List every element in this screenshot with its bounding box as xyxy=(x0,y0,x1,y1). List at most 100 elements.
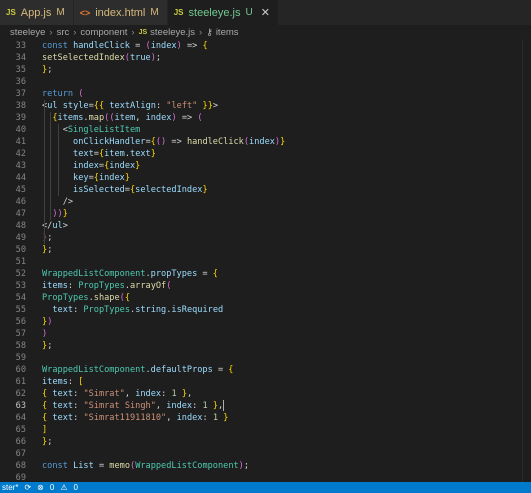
breadcrumb: steeleye › src › component › JS steeleye… xyxy=(0,25,531,39)
code-line[interactable]: 42 text={item.text} xyxy=(0,148,531,160)
code-line[interactable]: 67 xyxy=(0,448,531,460)
breadcrumb-item-src[interactable]: src xyxy=(57,27,70,38)
warning-icon[interactable]: ⚠ xyxy=(60,483,67,492)
line-code: }; xyxy=(42,341,53,351)
code-line[interactable]: 62 { text: "Simrat", index: 1 }, xyxy=(0,388,531,400)
line-number: 68 xyxy=(15,461,26,471)
code-line[interactable]: 35}; xyxy=(0,64,531,76)
code-line[interactable]: 61 items: [ xyxy=(0,376,531,388)
line-number: 53 xyxy=(15,281,26,291)
line-code: {items.map((item, index) => ( xyxy=(52,113,203,123)
chevron-right-icon: › xyxy=(131,26,135,38)
code-line[interactable]: 55 text: PropTypes.string.isRequired xyxy=(0,304,531,316)
code-line[interactable]: 38 <ul style={{ textAlign: "left" }}> xyxy=(0,100,531,112)
line-code: <SingleListItem xyxy=(42,125,141,135)
error-icon[interactable]: ⊗ xyxy=(37,483,44,492)
code-line[interactable]: 60 WrappedListComponent.defaultProps = { xyxy=(0,364,531,376)
editor-scrollbar[interactable] xyxy=(522,39,531,482)
javascript-file-icon: JS xyxy=(6,8,16,17)
code-line[interactable]: 59 xyxy=(0,352,531,364)
code-line[interactable]: 47 ))} xyxy=(0,208,531,220)
close-icon[interactable]: ✕ xyxy=(261,6,270,19)
code-line[interactable]: 52 WrappedListComponent.propTypes = { xyxy=(0,268,531,280)
code-line[interactable]: 33 const handleClick = (index) => { xyxy=(0,40,531,52)
code-editor[interactable]: 33 const handleClick = (index) => {34 setS… xyxy=(0,39,531,482)
line-number: 50 xyxy=(15,245,26,255)
text-cursor xyxy=(223,400,225,411)
code-line[interactable]: 58}; xyxy=(0,340,531,352)
tab-steeleye-js[interactable]: JS steeleye.js U ✕ xyxy=(167,0,279,25)
tab-app-js[interactable]: JS App.js M xyxy=(0,0,74,25)
line-number: 41 xyxy=(15,137,26,147)
tab-title: App.js xyxy=(20,6,52,19)
line-number: 43 xyxy=(15,161,26,171)
line-code: }; xyxy=(42,65,53,75)
indent-guide xyxy=(58,124,59,196)
code-line[interactable]: 69 xyxy=(0,472,531,482)
code-line[interactable]: 53 items: PropTypes.arrayOf( xyxy=(0,280,531,292)
line-code: { text: "Simrat", index: 1 }, xyxy=(42,389,193,399)
code-line[interactable]: 57) xyxy=(0,328,531,340)
code-line[interactable]: 49); xyxy=(0,232,531,244)
code-line[interactable]: 51 xyxy=(0,256,531,268)
breadcrumb-item-symbol[interactable]: items xyxy=(216,27,239,38)
line-code: return ( xyxy=(42,89,84,99)
line-number: 35 xyxy=(15,65,26,75)
code-line[interactable]: 46 /> xyxy=(0,196,531,208)
line-number: 66 xyxy=(15,437,26,447)
line-number: 51 xyxy=(15,257,26,267)
branch-name[interactable]: ster* xyxy=(2,483,18,492)
chevron-right-icon: › xyxy=(49,26,53,38)
code-line[interactable]: 50}; xyxy=(0,244,531,256)
code-line[interactable]: 64 { text: "Simrat11911810", index: 1 } xyxy=(0,412,531,424)
line-number: 59 xyxy=(15,353,26,363)
code-line[interactable]: 39 {items.map((item, index) => ( xyxy=(0,112,531,124)
indent-guide xyxy=(50,112,51,220)
code-line[interactable]: 40 <SingleListItem xyxy=(0,124,531,136)
chevron-right-icon: › xyxy=(73,26,77,38)
line-number: 69 xyxy=(15,473,26,482)
line-code: text={item.text} xyxy=(73,149,156,159)
breadcrumb-item-component[interactable]: component xyxy=(80,27,127,38)
code-line[interactable]: 66}; xyxy=(0,436,531,448)
line-number: 46 xyxy=(15,197,26,207)
code-line[interactable]: 34 setSelectedIndex(true); xyxy=(0,52,531,64)
code-line[interactable]: 45 isSelected={selectedIndex} xyxy=(0,184,531,196)
code-line[interactable]: 36 xyxy=(0,76,531,88)
error-count[interactable]: 0 xyxy=(50,483,54,492)
line-code: items: [ xyxy=(42,377,84,387)
line-code: ) xyxy=(42,329,48,339)
line-code: /> xyxy=(42,197,74,207)
line-number: 48 xyxy=(15,221,26,231)
line-code: onClickHandler={() => handleClick(index)… xyxy=(73,137,286,147)
warning-count[interactable]: 0 xyxy=(73,483,77,492)
tab-title: steeleye.js xyxy=(188,6,241,19)
code-line[interactable]: 65] xyxy=(0,424,531,436)
code-line[interactable]: 63 { text: "Simrat Singh", index: 1 }, xyxy=(0,400,531,412)
code-line[interactable]: 68 const List = memo(WrappedListComponent… xyxy=(0,460,531,472)
breadcrumb-item-steeleye[interactable]: steeleye xyxy=(10,27,45,38)
line-code: { text: "Simrat Singh", index: 1 }, xyxy=(42,400,225,411)
breadcrumb-item-file[interactable]: steeleye.js xyxy=(150,27,195,38)
indent-guide xyxy=(44,100,45,244)
line-number: 60 xyxy=(15,365,26,375)
code-line[interactable]: 37 return ( xyxy=(0,88,531,100)
sync-icon[interactable]: ⟳ xyxy=(24,483,31,492)
line-number: 47 xyxy=(15,209,26,219)
line-number: 57 xyxy=(15,329,26,339)
modified-badge: M xyxy=(56,7,65,18)
code-line[interactable]: 54 PropTypes.shape({ xyxy=(0,292,531,304)
code-line[interactable]: 43 index={index} xyxy=(0,160,531,172)
line-number: 64 xyxy=(15,413,26,423)
code-line[interactable]: 44 key={index} xyxy=(0,172,531,184)
line-code: }; xyxy=(42,245,53,255)
code-line[interactable]: 41 onClickHandler={() => handleClick(ind… xyxy=(0,136,531,148)
line-number: 38 xyxy=(15,101,26,111)
code-line[interactable]: 56}) xyxy=(0,316,531,328)
line-number: 61 xyxy=(15,377,26,387)
tab-index-html[interactable]: <> index.html M xyxy=(73,0,168,25)
code-line[interactable]: 48 </ul> xyxy=(0,220,531,232)
line-code: PropTypes.shape({ xyxy=(42,293,131,303)
line-number: 55 xyxy=(15,305,26,315)
untracked-badge: U xyxy=(245,7,253,18)
